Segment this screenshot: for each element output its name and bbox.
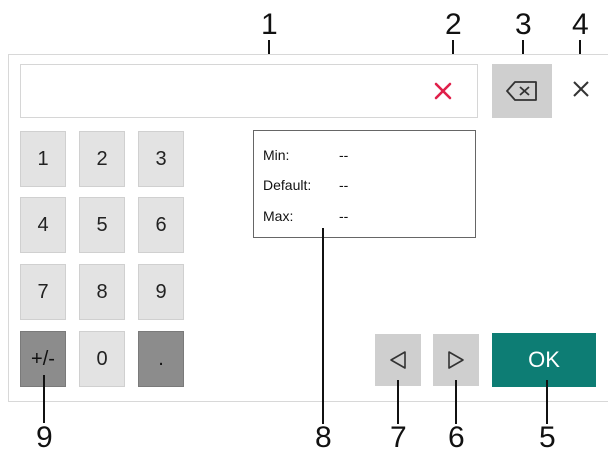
callout-8-leader (322, 228, 324, 424)
callout-1: 1 (261, 8, 278, 41)
max-row: Max: -- (263, 208, 348, 224)
backspace-button[interactable] (492, 64, 552, 118)
callout-5-leader (546, 380, 548, 424)
decimal-point-key[interactable]: . (138, 331, 184, 387)
clear-icon[interactable] (431, 79, 455, 103)
key-7[interactable]: 7 (20, 264, 66, 320)
callout-8: 8 (315, 421, 332, 454)
key-0[interactable]: 0 (79, 331, 125, 387)
cursor-right-button[interactable] (433, 334, 479, 386)
cursor-left-button[interactable] (375, 334, 421, 386)
callout-7: 7 (390, 421, 407, 454)
key-4[interactable]: 4 (20, 197, 66, 253)
default-value: -- (339, 177, 349, 193)
callout-2: 2 (445, 8, 462, 41)
backspace-icon (506, 81, 537, 101)
value-input-field[interactable] (20, 64, 478, 118)
key-2[interactable]: 2 (79, 131, 125, 187)
key-1[interactable]: 1 (20, 131, 66, 187)
callout-6-leader (455, 380, 457, 424)
callout-3: 3 (515, 8, 532, 41)
max-value: -- (339, 208, 349, 224)
callout-4: 4 (572, 8, 589, 41)
ok-button[interactable]: OK (492, 333, 596, 387)
callout-7-leader (397, 380, 399, 424)
key-9[interactable]: 9 (138, 264, 184, 320)
key-3[interactable]: 3 (138, 131, 184, 187)
default-row: Default: -- (263, 177, 348, 193)
arrow-right-icon (448, 351, 464, 369)
callout-9-leader (43, 375, 45, 423)
key-8[interactable]: 8 (79, 264, 125, 320)
min-label: Min: (263, 147, 290, 163)
max-label: Max: (263, 208, 294, 224)
callout-9: 9 (36, 421, 53, 454)
default-label: Default: (263, 177, 312, 193)
close-icon[interactable] (570, 78, 592, 100)
range-info-box: Min: -- Default: -- Max: -- (253, 130, 476, 238)
callout-6: 6 (448, 421, 465, 454)
key-5[interactable]: 5 (79, 197, 125, 253)
min-row: Min: -- (263, 147, 348, 163)
callout-5: 5 (539, 421, 556, 454)
key-6[interactable]: 6 (138, 197, 184, 253)
min-value: -- (339, 147, 349, 163)
arrow-left-icon (390, 351, 406, 369)
